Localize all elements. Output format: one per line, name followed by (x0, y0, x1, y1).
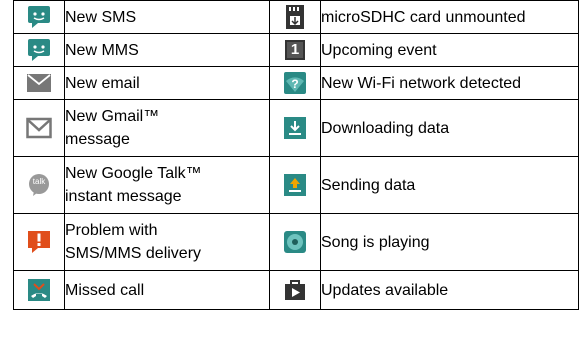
play-store-icon (283, 278, 307, 302)
table-row: talk New Google Talk™ instant message Se… (13, 156, 579, 214)
sms-icon (27, 5, 51, 29)
icon-cell (269, 99, 321, 157)
label-cell: New Gmail™ message (64, 99, 270, 157)
table-row: New MMS 1 Upcoming event (13, 33, 579, 67)
gmail-label-line1: New Gmail™ (65, 108, 160, 125)
label-cell: New Google Talk™ instant message (64, 156, 270, 214)
google-talk-label-line1: New Google Talk™ (65, 165, 202, 182)
download-icon (283, 116, 307, 140)
label-cell: Problem with SMS/MMS delivery (64, 213, 270, 271)
icon-cell: talk (13, 156, 65, 214)
label-cell: Sending data (320, 156, 579, 214)
label-cell: New Wi-Fi network detected (320, 66, 579, 100)
sms-label: New SMS (65, 8, 137, 26)
google-talk-label-line2: instant message (65, 188, 182, 205)
label-cell: New email (64, 66, 270, 100)
icon-cell (13, 270, 65, 310)
delivery-problem-label-line2: SMS/MMS delivery (65, 245, 202, 262)
label-cell: Song is playing (320, 213, 579, 271)
label-cell: Downloading data (320, 99, 579, 157)
label-cell: Upcoming event (320, 33, 579, 67)
label-cell: New MMS (64, 33, 270, 67)
icon-cell (13, 0, 65, 34)
svg-text:?: ? (291, 77, 298, 91)
mms-icon (27, 38, 51, 62)
icon-cell (13, 99, 65, 157)
talk-text: talk (32, 177, 46, 186)
upload-icon (283, 173, 307, 197)
updates-available-label: Updates available (321, 281, 449, 299)
icon-cell (269, 213, 321, 271)
table-row: New Gmail™ message Downloading data (13, 99, 579, 157)
icon-cell (269, 0, 321, 34)
icon-cell (13, 66, 65, 100)
downloading-label: Downloading data (321, 119, 450, 137)
table-row: Missed call Updates available (13, 270, 579, 310)
label-cell: New SMS (64, 0, 270, 34)
calendar-day: 1 (290, 41, 300, 58)
icon-cell: 1 (269, 33, 321, 67)
calendar-icon: 1 (284, 39, 306, 61)
label-cell: Missed call (64, 270, 270, 310)
email-label: New email (65, 74, 140, 92)
icon-cell (13, 33, 65, 67)
wifi-question-icon: ? (283, 71, 307, 95)
missed-call-icon (27, 278, 51, 302)
gmail-icon (26, 117, 52, 139)
email-icon (26, 73, 52, 93)
music-disc-icon (283, 230, 307, 254)
label-cell: Updates available (320, 270, 579, 310)
icon-cell (13, 213, 65, 271)
notification-icons-table: New SMS microSDHC card unmounted New MMS… (13, 0, 579, 310)
sd-card-icon (283, 4, 307, 30)
gmail-label-line2: message (65, 131, 130, 148)
table-row: Problem with SMS/MMS delivery Song is pl… (13, 213, 579, 271)
wifi-detected-label: New Wi-Fi network detected (321, 74, 522, 92)
icon-cell (269, 270, 321, 310)
sd-unmounted-label: microSDHC card unmounted (321, 8, 526, 26)
table-row: New email ? New Wi-Fi network detected (13, 66, 579, 100)
warning-icon (27, 230, 51, 254)
icon-cell: ? (269, 66, 321, 100)
icon-cell (269, 156, 321, 214)
google-talk-icon: talk (27, 173, 51, 197)
sending-label: Sending data (321, 176, 416, 194)
delivery-problem-label-line1: Problem with (65, 222, 158, 239)
missed-call-label: Missed call (65, 281, 145, 299)
upcoming-event-label: Upcoming event (321, 41, 437, 59)
table-row: New SMS microSDHC card unmounted (13, 0, 579, 34)
song-playing-label: Song is playing (321, 233, 430, 251)
label-cell: microSDHC card unmounted (320, 0, 579, 34)
mms-label: New MMS (65, 41, 139, 59)
